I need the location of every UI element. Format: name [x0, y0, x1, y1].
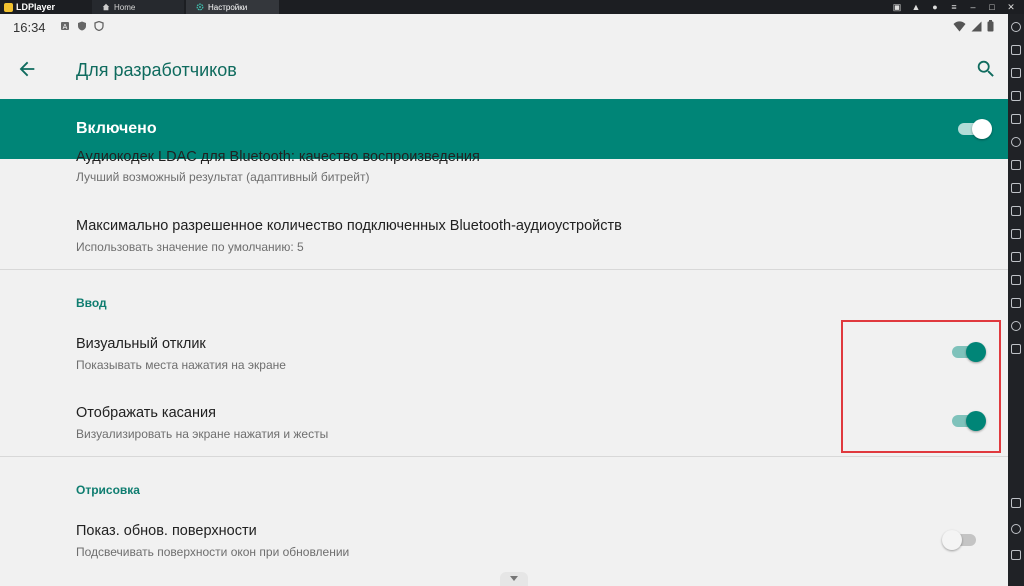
nav-recents-icon[interactable]	[1011, 550, 1021, 560]
section-divider	[0, 269, 1008, 270]
shield-icon	[78, 21, 86, 31]
rotate-icon[interactable]	[1011, 344, 1021, 354]
section-divider	[0, 456, 1008, 457]
account-icon[interactable]: ●	[930, 2, 940, 12]
item-subtitle: Показывать места нажатия на экране	[76, 358, 286, 372]
signal-icon	[971, 21, 982, 31]
scroll-handle[interactable]	[500, 572, 528, 586]
apk-icon[interactable]	[1011, 183, 1021, 193]
sync-icon[interactable]	[1011, 137, 1021, 147]
item-title: Аудиокодек LDAC для Bluetooth: качество …	[76, 149, 480, 165]
section-header-drawing: Отрисовка	[76, 483, 140, 497]
scissors-icon[interactable]	[1011, 206, 1021, 216]
record-icon[interactable]	[1011, 229, 1021, 239]
tab-settings[interactable]: Настройки	[186, 0, 279, 14]
search-icon[interactable]	[975, 58, 997, 80]
volume-up-icon[interactable]	[1011, 68, 1021, 78]
wifi-icon	[953, 20, 966, 31]
tab-settings-label: Настройки	[208, 2, 248, 12]
macro-icon[interactable]	[1011, 252, 1021, 262]
folder-icon[interactable]	[1011, 298, 1021, 308]
item-title: Визуальный отклик	[76, 336, 206, 352]
status-time: 16:34	[13, 20, 46, 35]
emulator-toolbar	[1008, 14, 1024, 586]
tab-home-label: Home	[114, 2, 136, 12]
settings-tool-icon[interactable]	[1011, 22, 1021, 32]
section-header-input: Ввод	[76, 296, 107, 310]
shake-icon[interactable]	[1011, 275, 1021, 285]
gear-icon	[196, 3, 204, 11]
emulator-titlebar: LDPlayer Home Настройки ▣ ▲ ● ≡ – □ ✕	[0, 0, 1024, 14]
item-title: Показ. обнов. поверхности	[76, 523, 257, 539]
battery-icon	[987, 20, 994, 32]
surface-updates-switch[interactable]	[942, 530, 978, 550]
nav-home-icon[interactable]	[1011, 524, 1021, 534]
item-subtitle: Лучший возможный результат (адаптивный б…	[76, 170, 370, 184]
keyboard-tool-icon[interactable]	[1011, 45, 1021, 55]
brand-label: LDPlayer	[16, 2, 56, 12]
nav-back-icon[interactable]	[1011, 498, 1021, 508]
play-protect-icon	[94, 21, 104, 31]
master-switch[interactable]	[956, 119, 992, 139]
location-icon[interactable]	[1011, 321, 1021, 331]
switch-thumb	[942, 530, 962, 550]
gamepad-icon[interactable]: ▲	[911, 2, 921, 12]
item-title: Отображать касания	[76, 405, 216, 421]
maximize-icon[interactable]: □	[987, 2, 997, 12]
close-icon[interactable]: ✕	[1006, 2, 1016, 12]
item-subtitle: Подсвечивать поверхности окон при обновл…	[76, 545, 350, 559]
item-title: Максимально разрешенное количество подкл…	[76, 218, 622, 234]
chevron-down-icon	[510, 576, 518, 581]
svg-text:A: A	[63, 24, 68, 31]
minimize-icon[interactable]: –	[968, 2, 978, 12]
add-app-icon[interactable]	[1011, 160, 1021, 170]
status-bar: 16:34 A	[0, 14, 1008, 39]
tab-home[interactable]: Home	[92, 0, 184, 14]
master-switch-thumb	[972, 119, 992, 139]
item-subtitle: Использовать значение по умолчанию: 5	[76, 240, 304, 254]
menu-icon[interactable]: ≡	[949, 2, 959, 12]
volume-down-icon[interactable]	[1011, 91, 1021, 101]
notification-a-icon: A	[61, 22, 69, 31]
ldplayer-logo-icon	[4, 2, 13, 12]
item-subtitle: Визуализировать на экране нажатия и жест…	[76, 427, 329, 441]
back-arrow-icon[interactable]	[16, 58, 38, 80]
highlight-box	[841, 320, 1001, 453]
android-screen: 16:34 A Для разработчиков Включено Аудио…	[0, 14, 1008, 586]
master-toggle-label: Включено	[76, 120, 157, 137]
keyboard-icon[interactable]: ▣	[892, 2, 902, 12]
home-icon	[102, 3, 110, 11]
ldplayer-logo: LDPlayer	[4, 0, 55, 14]
app-bar: Для разработчиков	[0, 39, 1008, 99]
fullscreen-icon[interactable]	[1011, 114, 1021, 124]
page-title: Для разработчиков	[76, 60, 237, 80]
